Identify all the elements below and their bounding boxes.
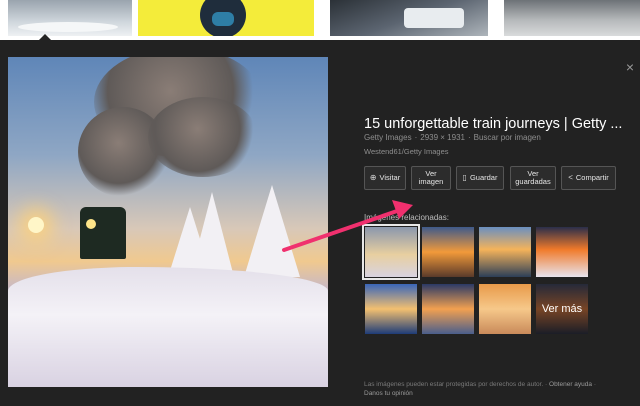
result-thumbnail[interactable]	[504, 0, 640, 36]
image-dimensions: 2939 × 1931	[420, 133, 465, 142]
visit-label: Visitar	[379, 172, 401, 182]
share-label: Compartir	[575, 172, 609, 182]
image-title[interactable]: 15 unforgettable train journeys | Getty …	[364, 115, 626, 133]
related-image-thumbnail[interactable]	[362, 224, 420, 280]
result-thumbnail[interactable]	[138, 0, 314, 36]
main-preview-image[interactable]	[8, 57, 328, 387]
image-meta: Getty Images · 2939 × 1931 · Buscar por imag…	[364, 133, 541, 142]
copyright-notice: Las imágenes pueden estar protegidas por…	[364, 381, 544, 388]
result-thumbnail[interactable]	[330, 0, 488, 36]
related-image-thumbnail[interactable]	[479, 284, 531, 334]
image-preview-panel: × 15 unforgettable train journeys | Gett…	[0, 40, 640, 406]
snow-ground	[8, 267, 328, 387]
view-image-button[interactable]: Ver imagen	[411, 166, 451, 190]
view-saved-label: Ver guardadas	[515, 168, 551, 186]
related-image-thumbnail[interactable]	[479, 227, 531, 277]
snowy-tree	[190, 192, 234, 277]
related-image-thumbnail[interactable]	[422, 284, 474, 334]
source-name: Getty Images	[364, 133, 412, 142]
related-image-thumbnail[interactable]	[365, 284, 417, 334]
visit-button[interactable]: ⊕ Visitar	[364, 166, 406, 190]
snowy-tree	[244, 185, 300, 277]
globe-icon: ⊕	[369, 172, 377, 182]
image-credit: Westend61/Getty Images	[364, 147, 449, 156]
photo-subject	[404, 8, 464, 28]
search-by-image-link[interactable]: Buscar por imagen	[474, 133, 541, 142]
sun	[28, 217, 44, 233]
view-saved-button[interactable]: Ver guardadas	[510, 166, 556, 190]
steam-cloud	[148, 97, 258, 177]
bookmark-icon: ▯	[462, 172, 467, 182]
result-thumbnail[interactable]	[8, 0, 132, 36]
portrait-figure	[200, 0, 246, 36]
view-image-label: Ver imagen	[418, 168, 444, 186]
steam-train	[80, 207, 126, 259]
share-button[interactable]: < Compartir	[561, 166, 616, 190]
close-icon[interactable]: ×	[626, 60, 634, 74]
related-image-thumbnail[interactable]	[422, 227, 474, 277]
related-image-thumbnail[interactable]	[536, 227, 588, 277]
feedback-link[interactable]: Danos tu opinión	[364, 390, 413, 397]
save-label: Guardar	[469, 172, 498, 182]
results-thumbnail-strip	[0, 0, 640, 41]
see-more-thumbnail[interactable]: Ver más	[536, 284, 588, 334]
share-icon: <	[568, 172, 573, 182]
see-more-label: Ver más	[536, 284, 588, 334]
save-button[interactable]: ▯ Guardar	[456, 166, 504, 190]
help-link[interactable]: Obtener ayuda	[549, 381, 592, 388]
related-images-label: Imágenes relacionadas:	[364, 213, 449, 222]
copyright-footer: Las imágenes pueden estar protegidas por…	[364, 381, 597, 397]
